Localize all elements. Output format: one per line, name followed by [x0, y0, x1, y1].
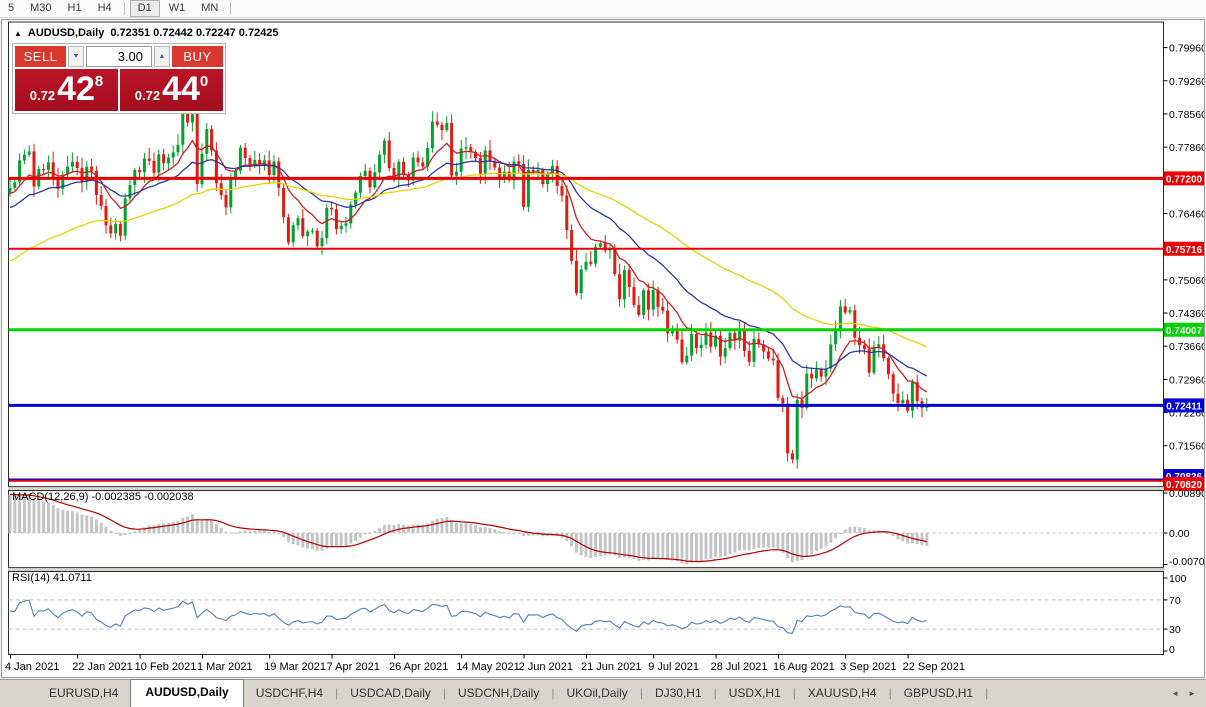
toolbar-separator — [230, 2, 231, 15]
svg-text:1 Mar 2021: 1 Mar 2021 — [197, 661, 253, 673]
svg-text:28 Jul 2021: 28 Jul 2021 — [711, 661, 768, 673]
sell-button[interactable]: SELL — [15, 46, 66, 67]
chart-title: ▲ AUDUSD,Daily 0.72351 0.72442 0.72247 0… — [14, 27, 279, 39]
timeframe-button-h1[interactable]: H1 — [61, 1, 89, 16]
chart-tab-ukoil-daily[interactable]: UKOil,Daily — [555, 681, 638, 707]
svg-text:2 Jun 2021: 2 Jun 2021 — [519, 661, 573, 673]
svg-text:70: 70 — [1169, 595, 1181, 607]
chart-tab-bar: EURUSD,H4AUDUSD,DailyUSDCHF,H4 | USDCAD,Da… — [0, 679, 1206, 707]
svg-text:100: 100 — [1169, 573, 1187, 585]
svg-text:0.71560: 0.71560 — [1169, 441, 1204, 453]
volume-decrease-button[interactable]: ▼ — [68, 46, 84, 67]
volume-increase-button[interactable]: ▲ — [154, 46, 170, 67]
buy-price-sup: 0 — [200, 73, 208, 90]
svg-text:26 Apr 2021: 26 Apr 2021 — [389, 661, 448, 673]
chart-window: 0.799600.792600.785600.778600.771600.764… — [1, 19, 1205, 678]
svg-text:0.77200: 0.77200 — [1166, 174, 1203, 185]
svg-text:19 Mar 2021: 19 Mar 2021 — [264, 661, 326, 673]
buy-button[interactable]: BUY — [172, 46, 223, 67]
timeframe-button-h4[interactable]: H4 — [91, 1, 119, 16]
collapse-panel-icon[interactable]: ▲ — [14, 29, 22, 38]
buy-price-prefix: 0.72 — [135, 88, 160, 103]
svg-text:22 Jan 2021: 22 Jan 2021 — [72, 661, 133, 673]
timeframe-button-w1[interactable]: W1 — [162, 1, 193, 16]
chart-symbol-label: AUDUSD,Daily — [28, 27, 104, 39]
sell-price-big: 42 — [57, 71, 95, 108]
timeframe-button-d1[interactable]: D1 — [130, 0, 160, 17]
svg-text:0.74007: 0.74007 — [1166, 326, 1203, 337]
svg-text:3 Sep 2021: 3 Sep 2021 — [840, 661, 896, 673]
svg-text:0.00: 0.00 — [1169, 528, 1190, 540]
svg-text:16 Aug 2021: 16 Aug 2021 — [773, 661, 835, 673]
timeframe-button-m30[interactable]: M30 — [23, 1, 58, 16]
svg-text:0: 0 — [1169, 644, 1175, 656]
macd-indicator-label: MACD(12,26,9) -0.002385 -0.002038 — [12, 491, 194, 503]
chart-tab-gbpusd-h1[interactable]: GBPUSD,H1 — [893, 681, 984, 707]
tab-separator: | — [984, 686, 989, 707]
svg-text:14 May 2021: 14 May 2021 — [456, 661, 520, 673]
svg-text:0.73660: 0.73660 — [1169, 341, 1204, 353]
svg-text:0.79960: 0.79960 — [1169, 43, 1204, 55]
timeframe-button-5[interactable]: 5 — [1, 1, 21, 16]
chart-tab-audusd-daily[interactable]: AUDUSD,Daily — [130, 679, 243, 707]
svg-text:9 Jul 2021: 9 Jul 2021 — [648, 661, 699, 673]
svg-text:10 Feb 2021: 10 Feb 2021 — [135, 661, 197, 673]
svg-text:0.72960: 0.72960 — [1169, 374, 1204, 386]
volume-input[interactable] — [86, 46, 152, 67]
sell-price-prefix: 0.72 — [30, 88, 55, 103]
svg-text:0.77860: 0.77860 — [1169, 142, 1204, 154]
svg-text:0.74360: 0.74360 — [1169, 308, 1204, 320]
buy-price-tile[interactable]: 0.72 44 0 — [120, 69, 223, 111]
svg-text:0.008904: 0.008904 — [1169, 488, 1204, 500]
svg-text:0.75716: 0.75716 — [1166, 245, 1203, 256]
timeframe-toolbar: 5M30H1H4 D1W1MN — [0, 0, 1206, 18]
svg-text:0.78560: 0.78560 — [1169, 109, 1204, 121]
price-chart-canvas[interactable]: 0.799600.792600.785600.778600.771600.764… — [2, 20, 1204, 677]
chart-tab-usdx-h1[interactable]: USDX,H1 — [718, 681, 792, 707]
buy-price-big: 44 — [162, 71, 200, 108]
svg-text:0.79260: 0.79260 — [1169, 76, 1204, 88]
tab-scroll-right-icon[interactable]: ► — [1188, 689, 1196, 698]
timeframe-button-mn[interactable]: MN — [194, 1, 225, 16]
svg-text:0.75060: 0.75060 — [1169, 275, 1204, 287]
svg-text:0.72411: 0.72411 — [1166, 401, 1202, 412]
chart-tab-dj30-h1[interactable]: DJ30,H1 — [644, 681, 713, 707]
svg-text:30: 30 — [1169, 624, 1181, 636]
svg-text:4 Jan 2021: 4 Jan 2021 — [5, 661, 59, 673]
svg-text:21 Jun 2021: 21 Jun 2021 — [581, 661, 642, 673]
chart-tab-xauusd-h4[interactable]: XAUUSD,H4 — [797, 681, 888, 707]
chart-ohlc-values: 0.72351 0.72442 0.72247 0.72425 — [110, 27, 278, 39]
sell-price-tile[interactable]: 0.72 42 8 — [15, 69, 118, 111]
chart-tab-usdcad-daily[interactable]: USDCAD,Daily — [339, 681, 442, 707]
svg-text:7 Apr 2021: 7 Apr 2021 — [327, 661, 380, 673]
svg-text:22 Sep 2021: 22 Sep 2021 — [903, 661, 965, 673]
chart-tab-eurusd-h4[interactable]: EURUSD,H4 — [38, 681, 129, 707]
rsi-indicator-label: RSI(14) 41.0711 — [12, 572, 92, 584]
tab-scroll-left-icon[interactable]: ◄ — [1171, 689, 1179, 698]
chart-tab-usdcnh-daily[interactable]: USDCNH,Daily — [447, 681, 550, 707]
chart-tabs: EURUSD,H4AUDUSD,DailyUSDCHF,H4 | USDCAD,Da… — [0, 680, 989, 707]
svg-text:0.76460: 0.76460 — [1169, 208, 1204, 220]
sell-price-sup: 8 — [95, 73, 103, 90]
svg-text:-0.00701: -0.00701 — [1169, 556, 1204, 568]
one-click-trading-panel: SELL ▼ ▲ BUY 0.72 42 8 0.72 44 0 — [12, 43, 226, 114]
toolbar-separator — [124, 2, 125, 15]
chart-tab-usdchf-h4[interactable]: USDCHF,H4 — [245, 681, 334, 707]
tab-scroll-arrows: ◄ ► — [1161, 689, 1206, 707]
